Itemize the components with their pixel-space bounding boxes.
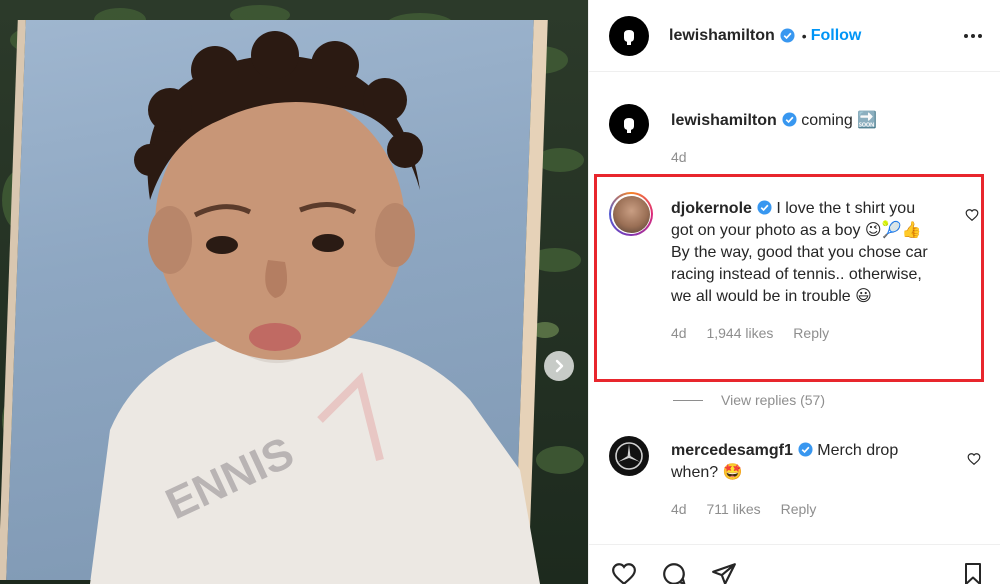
verified-badge-icon [780, 28, 795, 43]
fist-logo-icon [624, 29, 634, 45]
post-caption: lewishamilton coming 🔜 4d [609, 104, 989, 168]
comment-time[interactable]: 4d [671, 501, 687, 517]
highlight-annotation-box [594, 174, 984, 382]
chevron-right-icon [555, 359, 564, 373]
caption-username[interactable]: lewishamilton [671, 112, 777, 129]
post-photo: ENNIS [0, 0, 588, 584]
soon-emoji: 🔜 [857, 112, 878, 129]
verified-badge-icon [782, 112, 797, 127]
author-avatar[interactable] [609, 15, 649, 56]
heart-icon[interactable] [967, 452, 981, 466]
follow-button[interactable]: Follow [811, 27, 862, 45]
mercedes-star-icon [615, 442, 643, 470]
view-replies-button[interactable]: View replies (57) [673, 392, 825, 408]
separator-dot: • [801, 27, 807, 44]
comment-icon[interactable] [659, 561, 689, 584]
bookmark-icon[interactable] [961, 561, 985, 584]
reply-button[interactable]: Reply [781, 501, 817, 517]
author-username[interactable]: lewishamilton [669, 27, 775, 45]
comment-likes[interactable]: 711 likes [706, 501, 760, 517]
view-replies-label: View replies (57) [721, 392, 826, 408]
next-photo-button[interactable] [544, 351, 574, 381]
verified-badge-icon [798, 442, 813, 457]
comment-username[interactable]: mercedesamgf1 [671, 442, 793, 459]
more-options-icon[interactable] [964, 33, 982, 38]
action-bar [589, 544, 1000, 584]
caption-time[interactable]: 4d [671, 149, 687, 165]
fist-logo-icon [624, 118, 634, 133]
divider-line [673, 399, 703, 401]
comment-mercedesamgf1: mercedesamgf1 Merch drop when? 🤩 4d 711 … [609, 436, 989, 520]
caption-text: coming [801, 112, 853, 129]
post-header: lewishamilton • Follow [589, 0, 1000, 72]
caption-avatar[interactable] [609, 104, 649, 144]
share-icon[interactable] [709, 561, 739, 584]
heart-icon[interactable] [609, 561, 639, 584]
commenter-avatar[interactable] [609, 436, 649, 476]
child-figure: ENNIS [90, 31, 540, 584]
